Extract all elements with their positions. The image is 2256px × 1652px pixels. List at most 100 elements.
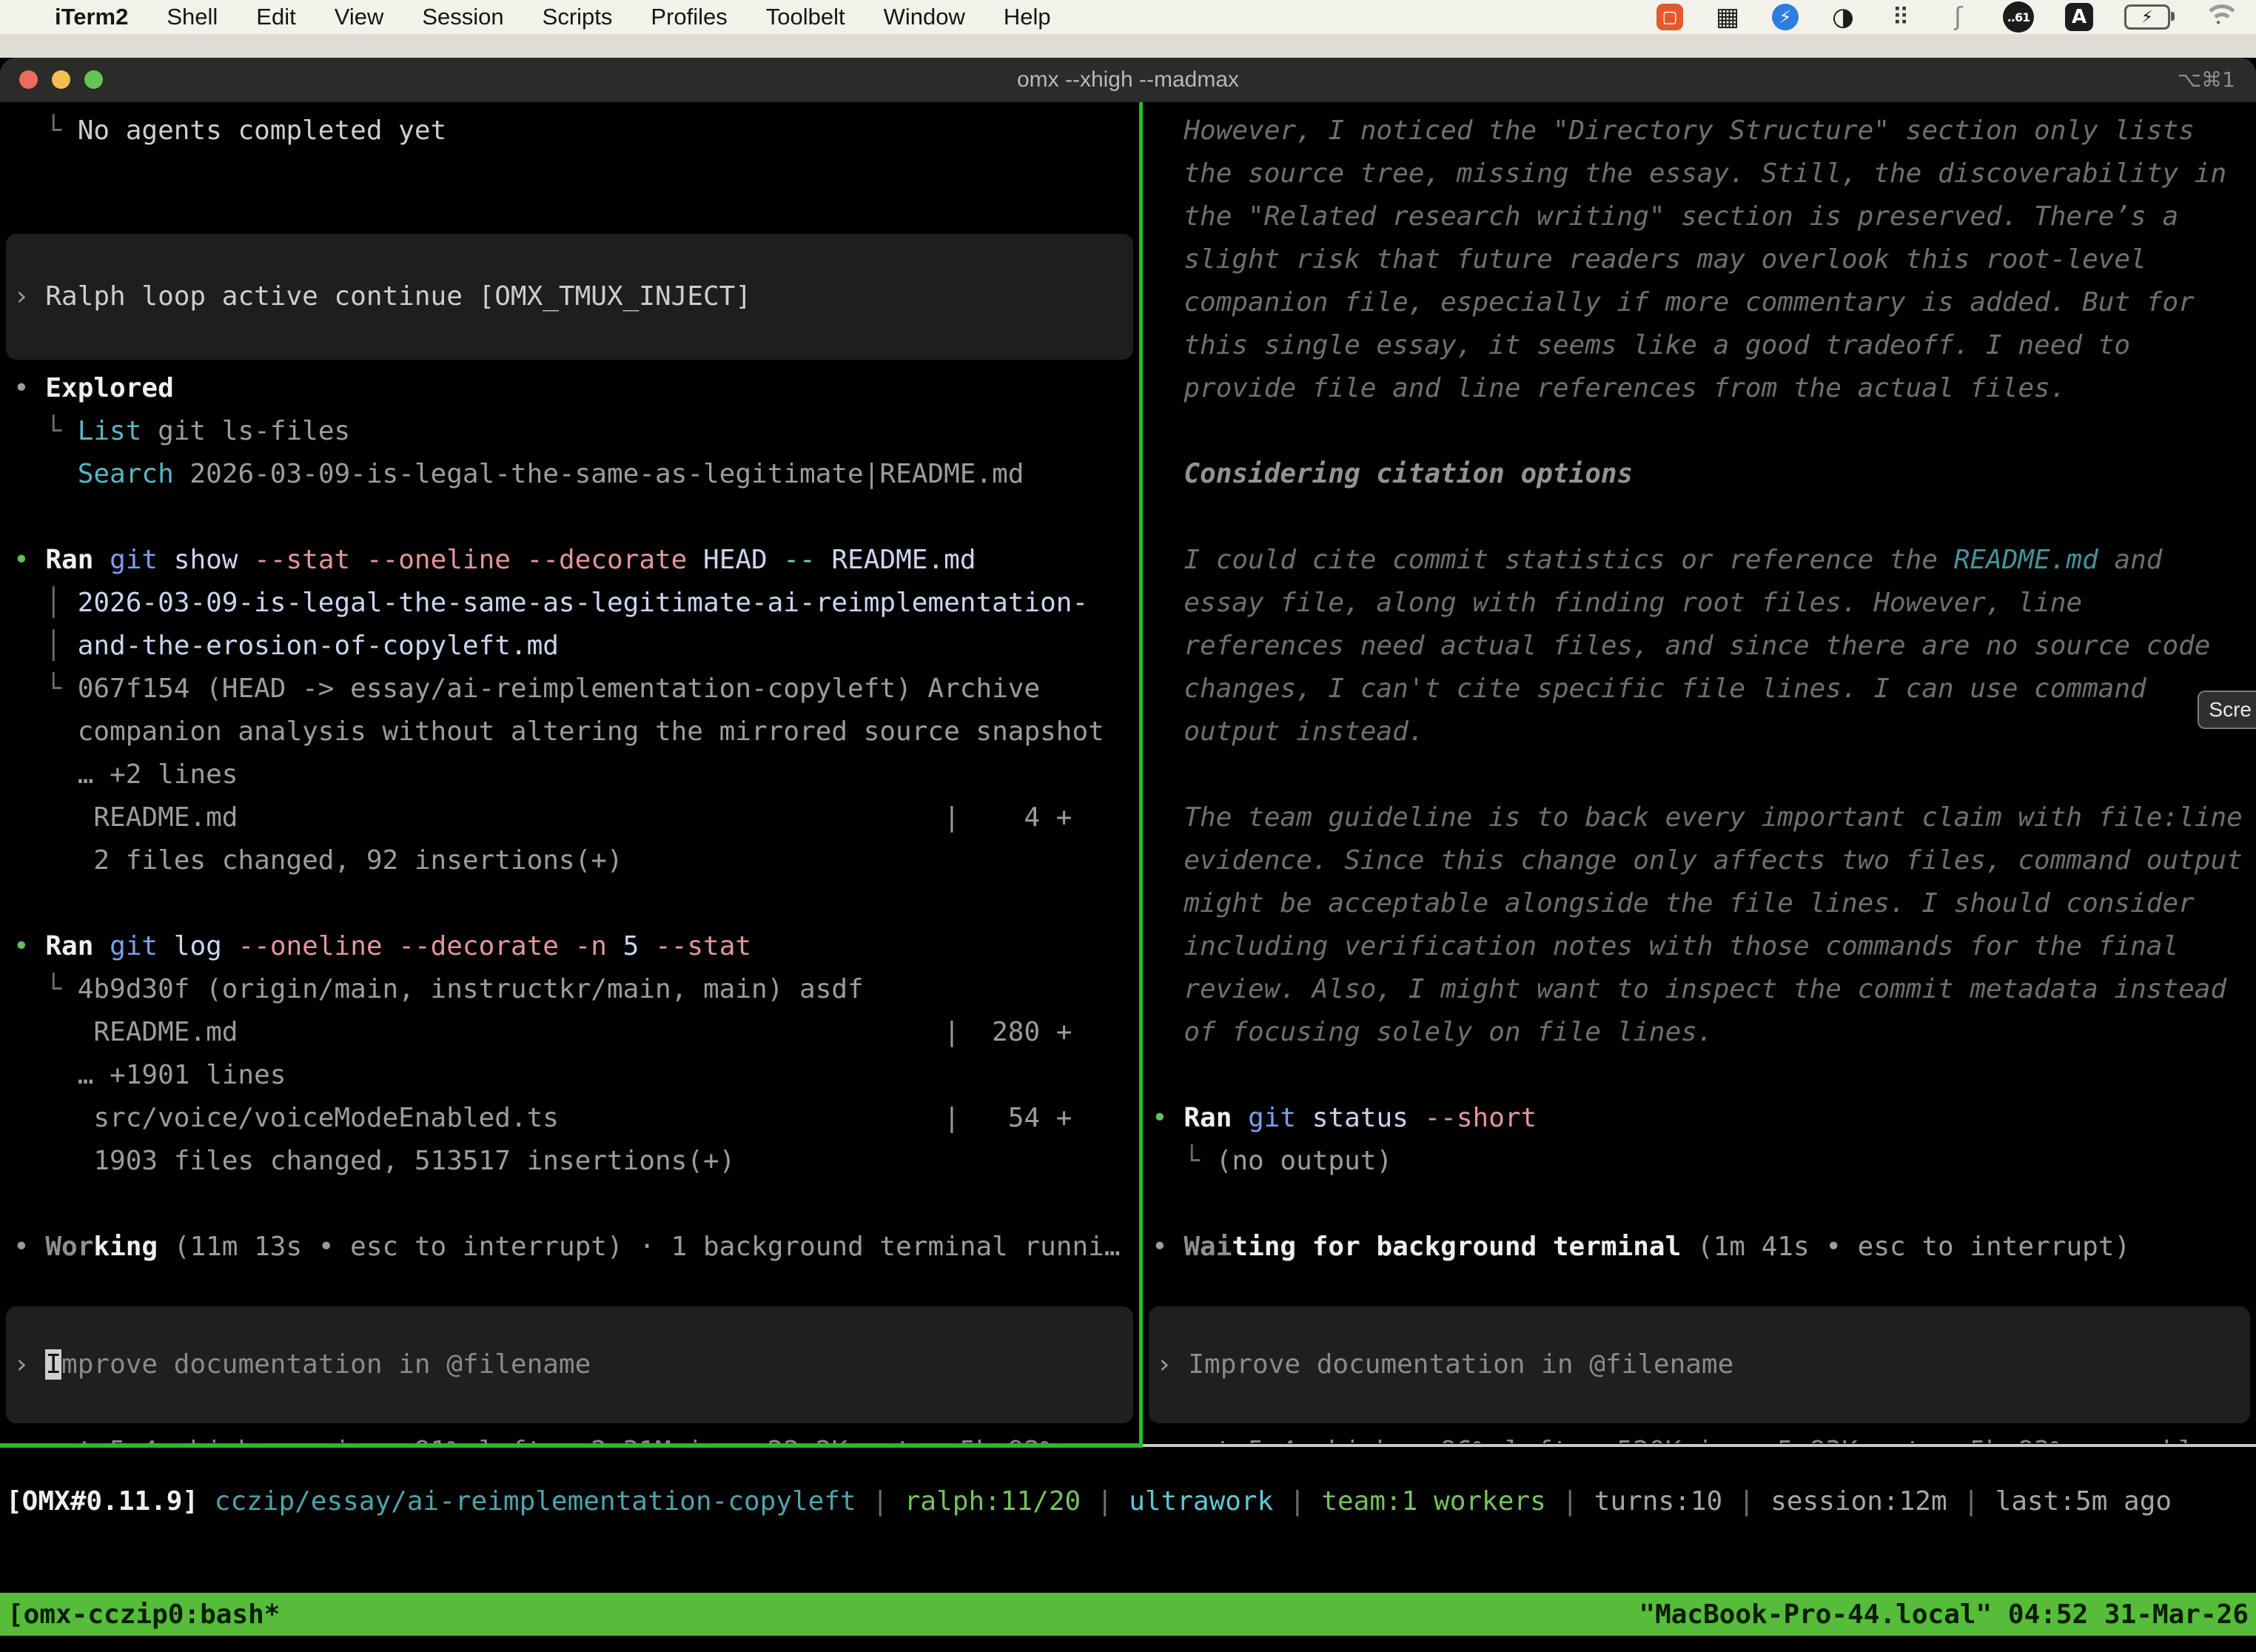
window-title: omx --xhigh --madmax <box>0 58 2256 102</box>
squiggle-icon[interactable]: ʃ <box>1945 3 1972 31</box>
screen-share-button[interactable]: Scre <box>2198 691 2256 729</box>
terminal-line: this single essay, it seems like a good … <box>1152 324 2256 367</box>
text-segment: HEAD <box>687 545 783 575</box>
terminal-line: Considering citation options <box>1152 453 2256 496</box>
text-segment: … +2 lines <box>13 759 238 790</box>
terminal-line: slight risk that future readers may over… <box>1152 238 2256 281</box>
text-segment: └ <box>13 674 78 704</box>
terminal-line <box>13 496 1139 539</box>
text-segment: Ran <box>1184 1103 1232 1133</box>
menu-session[interactable]: Session <box>422 4 503 30</box>
terminal-line <box>1152 1183 2256 1226</box>
window-title-bar[interactable]: omx --xhigh --madmax ⌥⌘1 <box>0 58 2256 102</box>
terminal-line <box>13 882 1139 925</box>
text-segment: | <box>1947 1486 1995 1517</box>
text-segment: 2 files changed, 92 insertions(+) <box>13 845 623 876</box>
text-segment: and <box>2098 545 2163 575</box>
text-segment: │ <box>13 631 78 661</box>
menu-iterm2[interactable]: iTerm2 <box>55 4 128 30</box>
text-segment: gpt-5.4 xhigh · main · 91% left · 2.31M … <box>13 1436 1121 1443</box>
dots-grid-icon[interactable]: ⠿ <box>1887 3 1914 31</box>
menu-scripts[interactable]: Scripts <box>543 4 613 30</box>
menu-window[interactable]: Window <box>884 4 965 30</box>
text-segment: (1m 41s • esc to interrupt) <box>1681 1232 2130 1262</box>
terminal-line: companion analysis without altering the … <box>13 711 1139 753</box>
text-segment: git ls-files <box>141 416 350 446</box>
iterm2-window: omx --xhigh --madmax ⌥⌘1 └ No agents com… <box>0 58 2256 1652</box>
terminal-line: output instead. <box>1152 711 2256 753</box>
text-segment: review. Also, I might want to inspect th… <box>1152 974 2226 1004</box>
text-segment: 1903 files changed, 513517 insertions(+) <box>13 1146 735 1176</box>
text-segment: Ran <box>45 931 93 961</box>
text-segment: git <box>1248 1103 1296 1133</box>
battery-badge-icon[interactable]: ..61 <box>2003 1 2034 33</box>
terminal-line: └ List git ls-files <box>13 410 1139 453</box>
text-segment: the "Related research writing" section i… <box>1152 201 2178 232</box>
text-segment: └ <box>1152 1146 1216 1176</box>
text-segment: turns:10 <box>1594 1486 1722 1517</box>
terminal-line: the source tree, missing the essay. Stil… <box>1152 152 2256 195</box>
command-input-left[interactable]: › Improve documentation in @filename <box>6 1306 1133 1423</box>
text-segment: └ <box>13 416 78 446</box>
contrast-icon[interactable]: ◑ <box>1830 3 1856 31</box>
terminal-line: • Ran git status --short <box>1152 1097 2256 1140</box>
terminal-line: gpt-5.4 xhigh · 96% left · 520K in · 5.8… <box>1152 1430 2243 1443</box>
menu-shell[interactable]: Shell <box>167 4 218 30</box>
terminal-line <box>13 195 1139 238</box>
text-segment: README.md <box>816 545 976 575</box>
text-segment: evidence. Since this change only affects… <box>1152 845 2243 876</box>
terminal-line: I could cite commit statistics or refere… <box>1152 539 2256 582</box>
terminal-line: 2 files changed, 92 insertions(+) <box>13 839 1139 882</box>
terminal-line: › Improve documentation in @filename <box>1149 1306 2250 1386</box>
battery-icon[interactable]: ⚡ <box>2124 4 2170 30</box>
menu-help[interactable]: Help <box>1004 4 1051 30</box>
text-segment: --oneline --decorate -n <box>238 931 607 961</box>
text-segment: Wai <box>1184 1232 1232 1262</box>
terminal-line: companion file, especially if more comme… <box>1152 281 2256 324</box>
text-segment: No agents completed yet <box>78 115 447 146</box>
text-segment: Search <box>78 459 174 489</box>
text-segment: [OMX#0.11.9] <box>6 1486 215 1517</box>
text-segment: README.md <box>1954 545 2098 575</box>
terminal-line: … +1901 lines <box>13 1054 1139 1097</box>
terminal-line: src/voice/voiceModeEnabled.ts | 54 + <box>13 1097 1139 1140</box>
messenger-icon[interactable]: ⚡ <box>1772 4 1799 30</box>
menu-profiles[interactable]: Profiles <box>651 4 727 30</box>
menu-edit[interactable]: Edit <box>256 4 295 30</box>
menu-view[interactable]: View <box>335 4 384 30</box>
right-terminal-pane[interactable]: However, I noticed the "Directory Struct… <box>1143 102 2256 1443</box>
text-segment: Explored <box>45 373 173 403</box>
text-segment: List <box>78 416 142 446</box>
terminal-line: │ 2026-03-09-is-legal-the-same-as-legiti… <box>13 582 1139 625</box>
input-source-icon[interactable]: A <box>2065 3 2093 31</box>
text-segment <box>93 931 110 961</box>
terminal-line <box>13 1183 1139 1226</box>
text-segment: 2026-03-09-is-legal-the-same-as-legitima… <box>174 459 1024 489</box>
text-segment: (no output) <box>1216 1146 1392 1176</box>
text-segment: › <box>13 281 45 312</box>
left-terminal-pane[interactable]: └ No agents completed yet• Explored └ Li… <box>0 102 1139 1443</box>
terminal-line: README.md | 4 + <box>13 796 1139 839</box>
text-segment: output instead. <box>1152 716 1424 747</box>
text-segment: slight risk that future readers may over… <box>1152 244 2146 275</box>
menu-toolbelt[interactable]: Toolbelt <box>766 4 845 30</box>
wifi-icon[interactable]: • <box>2201 4 2235 30</box>
text-segment: Ralph loop active continue [OMX_TMUX_INJ… <box>45 281 751 312</box>
command-input-right[interactable]: › Improve documentation in @filename <box>1149 1306 2250 1423</box>
text-segment: references need actual files, and since … <box>1152 631 2210 661</box>
text-segment: including verification notes with those … <box>1152 931 2178 961</box>
menubar-status-icons: ▢ ▦ ⚡ ◑ ⠿ ʃ ..61 A ⚡ • <box>1656 1 2235 33</box>
text-segment: ting for background terminal <box>1232 1232 1681 1262</box>
text-segment: Improve documentation in @filename <box>1188 1349 1733 1380</box>
terminal-line: references need actual files, and since … <box>1152 625 2256 668</box>
terminal-line: essay file, along with finding root file… <box>1152 582 2256 625</box>
text-segment: --stat <box>655 931 751 961</box>
left-pane-bottom-border <box>0 1443 1143 1448</box>
screenshot-icon[interactable]: ▢ <box>1656 4 1683 30</box>
text-segment: king <box>93 1232 158 1262</box>
keypad-icon[interactable]: ▦ <box>1714 3 1741 31</box>
text-segment: essay file, along with finding root file… <box>1152 588 2082 618</box>
text-segment: team:1 workers <box>1321 1486 1545 1517</box>
text-segment: companion file, especially if more comme… <box>1152 287 2195 318</box>
text-segment: | <box>1546 1486 1594 1517</box>
